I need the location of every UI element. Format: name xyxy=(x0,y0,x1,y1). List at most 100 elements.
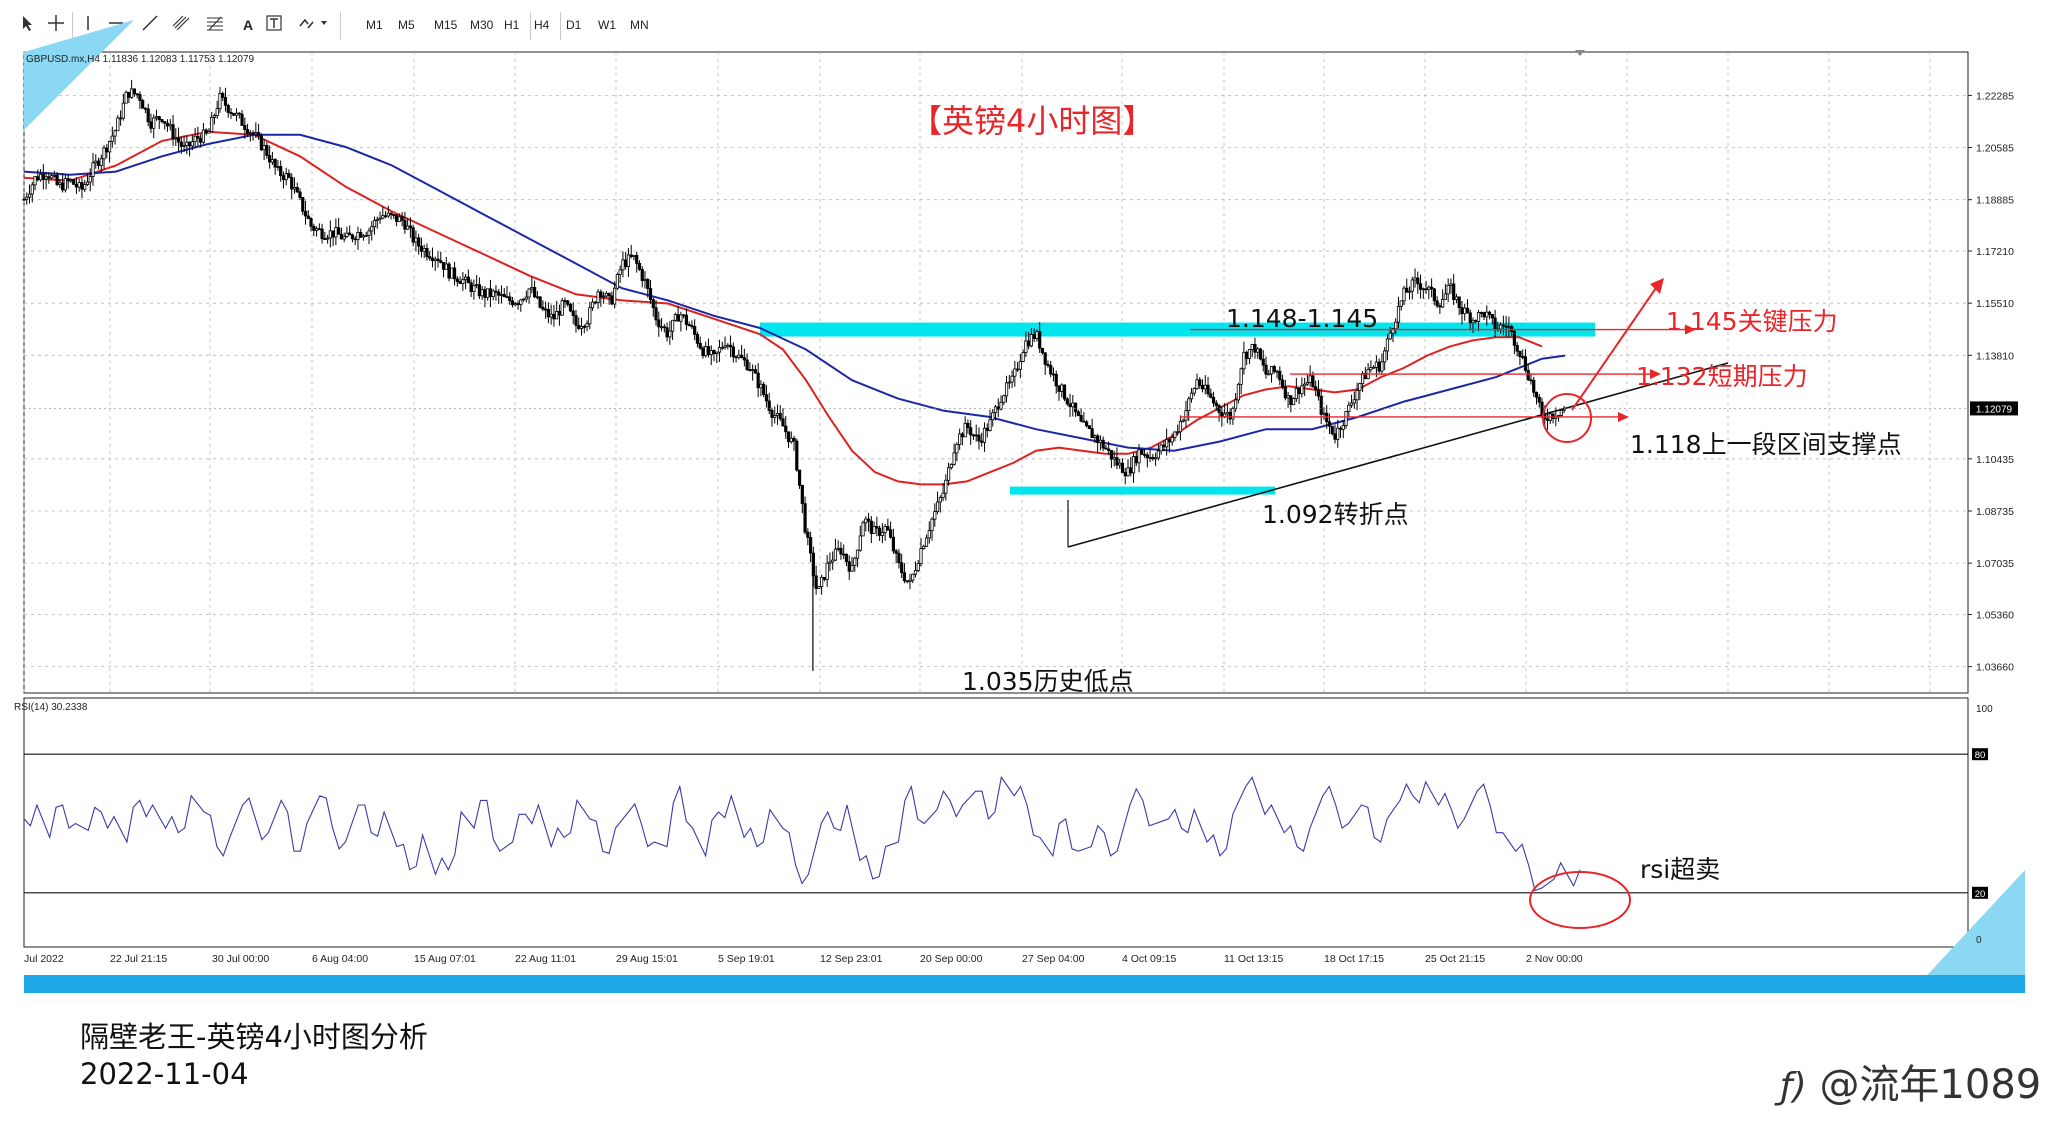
candle-body xyxy=(66,178,70,181)
candle-body xyxy=(1203,384,1207,390)
candle-body xyxy=(1283,386,1287,399)
candle-body xyxy=(301,197,305,212)
candle-body xyxy=(1013,368,1017,377)
candle-body xyxy=(243,125,247,130)
candle-body xyxy=(1107,448,1111,451)
candle-body xyxy=(682,314,686,317)
candle-body xyxy=(411,227,415,243)
candle-body xyxy=(1192,388,1196,394)
candle-body xyxy=(160,119,164,122)
candle-body xyxy=(1120,462,1125,473)
candle-body xyxy=(303,210,308,217)
candle-body xyxy=(94,160,98,164)
candle-body xyxy=(502,294,506,298)
rsi-panel xyxy=(23,697,1969,948)
candle-body xyxy=(1129,467,1133,474)
x-tick-label: 5 Sep 19:01 xyxy=(718,953,775,965)
candle-body xyxy=(549,313,553,318)
candle-body xyxy=(190,141,194,147)
candle-body xyxy=(1358,383,1362,391)
candle-body xyxy=(1303,383,1307,387)
candle-body xyxy=(245,129,250,135)
candle-body xyxy=(1499,324,1503,330)
candle-body xyxy=(1112,457,1116,460)
candle-body xyxy=(215,108,219,116)
candle-body xyxy=(546,308,551,318)
candle-body xyxy=(869,520,873,534)
candle-body xyxy=(88,176,92,183)
x-tick-label: 27 Sep 04:00 xyxy=(1022,953,1085,965)
candle-body xyxy=(607,292,611,297)
candle-body xyxy=(1526,369,1530,381)
candle-body xyxy=(1430,286,1434,290)
candle-body xyxy=(475,284,479,287)
candle-body xyxy=(466,276,470,284)
candle-body xyxy=(207,131,211,134)
candle-body xyxy=(306,215,310,219)
candle-body xyxy=(1518,350,1522,357)
candle-body xyxy=(643,279,647,281)
candle-body xyxy=(1035,331,1039,339)
candle-body xyxy=(232,112,236,116)
candle-body xyxy=(789,437,793,443)
candle-body xyxy=(560,300,564,316)
candle-body xyxy=(1300,385,1304,395)
candle-body xyxy=(933,511,937,520)
candle-body xyxy=(1076,411,1080,416)
rsi-tick-label: 100 xyxy=(1976,704,1993,715)
candle-body xyxy=(767,400,771,411)
chart-title-annotation: 【英镑4小时图】 xyxy=(910,102,1154,140)
candle-body xyxy=(1065,398,1069,405)
candle-body xyxy=(993,406,998,414)
candle-body xyxy=(706,346,711,355)
candle-body xyxy=(287,173,291,178)
turning-point-zone-1092 xyxy=(1010,486,1275,495)
candle-body xyxy=(218,93,222,110)
candle-body xyxy=(684,314,689,325)
candle-body xyxy=(1223,413,1227,417)
candle-body xyxy=(1410,279,1414,292)
candle-body xyxy=(375,218,379,221)
candle-body xyxy=(613,287,617,305)
candle-body xyxy=(530,287,534,290)
short-resistance-label: 1.132短期压力 xyxy=(1636,362,1808,391)
candle-body xyxy=(221,93,225,98)
candle-body xyxy=(1145,454,1149,459)
candle-body xyxy=(27,193,32,198)
candle-body xyxy=(1131,456,1136,474)
candle-body xyxy=(1250,344,1254,350)
candle-body xyxy=(621,259,625,271)
candle-body xyxy=(535,296,539,299)
candle-body xyxy=(320,228,324,239)
candle-body xyxy=(1024,340,1028,353)
candle-body xyxy=(248,132,252,135)
candle xyxy=(795,438,799,472)
candle-body xyxy=(317,228,321,231)
candle-body xyxy=(110,135,114,142)
candle-body xyxy=(356,232,360,241)
candle-body xyxy=(1482,312,1486,318)
candle-body xyxy=(797,469,802,486)
candle-body xyxy=(179,141,183,147)
candle-body xyxy=(107,141,112,153)
candle-body xyxy=(1018,361,1022,370)
candle-body xyxy=(836,547,840,550)
candle-body xyxy=(646,279,650,289)
candle-body xyxy=(900,562,904,574)
candle-body xyxy=(574,315,578,326)
candle-body xyxy=(1170,437,1174,443)
candle-body xyxy=(1532,379,1536,393)
candle-body xyxy=(599,291,603,298)
candle-body xyxy=(1463,307,1467,315)
candle-body xyxy=(1109,450,1114,460)
candle-body xyxy=(883,526,887,533)
candle-body xyxy=(425,248,429,258)
x-tick-label: 2 Nov 00:00 xyxy=(1526,953,1583,965)
x-tick-label: 29 Aug 15:01 xyxy=(616,953,678,965)
candle-body xyxy=(1308,375,1312,383)
candle-body xyxy=(480,289,484,297)
candle xyxy=(1140,448,1144,455)
candle-body xyxy=(367,230,371,236)
candle-body xyxy=(742,357,746,361)
candle-body xyxy=(1515,344,1519,352)
